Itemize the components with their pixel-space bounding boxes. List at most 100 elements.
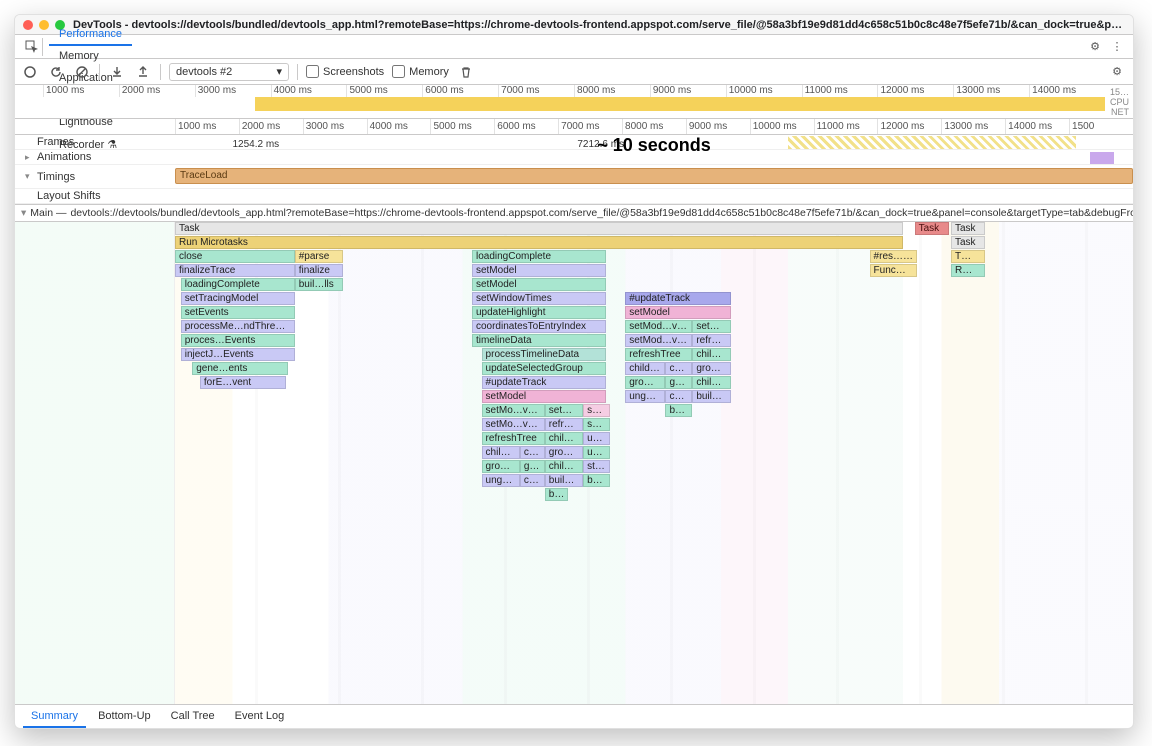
- flame-segment[interactable]: children: [692, 348, 730, 361]
- details-tab-bottom-up[interactable]: Bottom-Up: [90, 706, 159, 728]
- flame-segment[interactable]: setMod…vents: [625, 320, 692, 333]
- flame-segment[interactable]: injectJ…Events: [181, 348, 295, 361]
- flame-segment[interactable]: loadingComplete: [181, 278, 295, 291]
- flame-segment[interactable]: #res…odes: [870, 250, 918, 263]
- flame-segment[interactable]: children: [545, 460, 583, 473]
- flame-segment[interactable]: setEvents: [181, 306, 295, 319]
- flame-segment[interactable]: setModel: [482, 390, 607, 403]
- load-profile-button[interactable]: [108, 63, 126, 81]
- flame-segment[interactable]: c…n: [665, 390, 692, 403]
- details-tab-summary[interactable]: Summary: [23, 706, 86, 728]
- flame-segment[interactable]: c…n: [665, 362, 692, 375]
- flame-segment[interactable]: gro…es: [625, 376, 665, 389]
- flame-segment[interactable]: processTimelineData: [482, 348, 607, 361]
- flame-segment[interactable]: children: [482, 446, 520, 459]
- flame-segment[interactable]: loadingComplete: [472, 250, 606, 263]
- flame-segment[interactable]: ung…es: [482, 474, 520, 487]
- track-timings[interactable]: ▾Timings ~ 10 seconds TraceLoad: [15, 165, 1133, 189]
- flame-segment[interactable]: g…: [520, 460, 545, 473]
- flame-segment[interactable]: setMo…vents: [482, 418, 545, 431]
- settings-gear-icon[interactable]: ⚙: [1085, 40, 1105, 53]
- flame-segment[interactable]: set…on: [583, 404, 610, 417]
- flame-segment[interactable]: #parse: [295, 250, 343, 263]
- flame-segment[interactable]: Task: [915, 222, 949, 235]
- memory-checkbox[interactable]: [392, 65, 405, 78]
- flame-segment[interactable]: children: [625, 362, 665, 375]
- flame-segment[interactable]: setModel: [472, 264, 606, 277]
- memory-toggle[interactable]: Memory: [392, 65, 449, 78]
- flame-segment[interactable]: T…: [951, 250, 985, 263]
- flame-segment[interactable]: ung…es: [625, 390, 665, 403]
- flame-segment[interactable]: refreshTree: [625, 348, 692, 361]
- flame-segment[interactable]: Run Microtasks: [175, 236, 903, 249]
- flame-segment[interactable]: setModel: [472, 278, 606, 291]
- inspect-element-icon[interactable]: [21, 38, 43, 56]
- flame-segment[interactable]: g…s: [665, 376, 692, 389]
- flame-segment[interactable]: refr…Tree: [692, 334, 730, 347]
- tab-network[interactable]: Network: [49, 14, 132, 24]
- traceload-bar[interactable]: TraceLoad: [175, 168, 1133, 184]
- flame-segment[interactable]: setM…nts: [692, 320, 730, 333]
- flame-segment[interactable]: R…: [951, 264, 985, 277]
- flame-segment[interactable]: finalize: [295, 264, 343, 277]
- clear-button[interactable]: [73, 63, 91, 81]
- flame-segment[interactable]: buil…ren: [692, 390, 730, 403]
- flame-segment[interactable]: c…: [520, 446, 545, 459]
- tab-performance[interactable]: Performance: [49, 24, 132, 46]
- flame-segment[interactable]: buil…ren: [545, 474, 583, 487]
- session-select[interactable]: devtools #2 ▾: [169, 63, 289, 81]
- timeline-ruler[interactable]: 1000 ms2000 ms3000 ms4000 ms5000 ms6000 …: [15, 119, 1133, 135]
- flame-segment[interactable]: gene…ents: [192, 362, 288, 375]
- flame-segment[interactable]: children: [692, 376, 730, 389]
- screenshots-checkbox[interactable]: [306, 65, 319, 78]
- flame-segment[interactable]: up…ow: [583, 432, 610, 445]
- flame-segment[interactable]: #updateTrack: [625, 292, 730, 305]
- reload-record-button[interactable]: [47, 63, 65, 81]
- flame-segment[interactable]: setWindowTimes: [472, 292, 606, 305]
- record-button[interactable]: [21, 63, 39, 81]
- close-icon[interactable]: [23, 20, 33, 30]
- flame-chart[interactable]: TaskTaskTaskRun MicrotasksTaskclose#pars…: [15, 222, 1133, 704]
- flame-segment[interactable]: gro…es: [482, 460, 520, 473]
- flame-segment[interactable]: #updateTrack: [482, 376, 607, 389]
- flame-segment[interactable]: finalizeTrace: [175, 264, 295, 277]
- flame-segment[interactable]: setTracingModel: [181, 292, 295, 305]
- more-icon[interactable]: ⋮: [1107, 40, 1127, 53]
- details-tab-call-tree[interactable]: Call Tree: [163, 706, 223, 728]
- animation-block[interactable]: [1090, 152, 1114, 164]
- flame-segment[interactable]: Task: [951, 222, 985, 235]
- flame-segment[interactable]: Task: [175, 222, 903, 235]
- flame-segment[interactable]: refr…Tree: [545, 418, 583, 431]
- flame-segment[interactable]: sta…ge: [583, 460, 610, 473]
- minimize-icon[interactable]: [39, 20, 49, 30]
- flame-segment[interactable]: coordinatesToEntryIndex: [472, 320, 606, 333]
- flame-segment[interactable]: close: [175, 250, 295, 263]
- flame-segment[interactable]: setMod…vents: [625, 334, 692, 347]
- flame-segment[interactable]: gro…des: [692, 362, 730, 375]
- flame-segment[interactable]: proces…Events: [181, 334, 295, 347]
- flame-segment[interactable]: processMe…ndThreads: [181, 320, 295, 333]
- flame-segment[interactable]: updateSelectedGroup: [482, 362, 607, 375]
- flame-segment[interactable]: Func…Call: [870, 264, 918, 277]
- flame-segment[interactable]: timelineData: [472, 334, 606, 347]
- details-tab-event-log[interactable]: Event Log: [227, 706, 293, 728]
- capture-settings-gear-icon[interactable]: ⚙: [1107, 65, 1127, 78]
- flame-segment[interactable]: updateHighlight: [472, 306, 606, 319]
- flame-segment[interactable]: setModel: [625, 306, 730, 319]
- flame-segment[interactable]: bui…ed: [583, 474, 610, 487]
- track-animations[interactable]: ▸Animations: [15, 150, 1133, 165]
- flame-segment[interactable]: b…: [545, 488, 568, 501]
- flame-segment[interactable]: Task: [951, 236, 985, 249]
- flame-segment[interactable]: upd…ts: [583, 446, 610, 459]
- flame-segment[interactable]: refreshTree: [482, 432, 545, 445]
- flame-segment[interactable]: c…: [520, 474, 545, 487]
- flame-segment[interactable]: setMo…vents: [482, 404, 545, 417]
- screenshots-toggle[interactable]: Screenshots: [306, 65, 384, 78]
- flame-segment[interactable]: setM…nts: [545, 404, 583, 417]
- trash-icon[interactable]: [457, 63, 475, 81]
- flame-segment[interactable]: sc…ow: [583, 418, 610, 431]
- save-profile-button[interactable]: [134, 63, 152, 81]
- main-thread-header[interactable]: ▾ Main — devtools://devtools/bundled/dev…: [15, 205, 1133, 222]
- flame-segment[interactable]: forE…vent: [200, 376, 286, 389]
- track-frames[interactable]: Frames 1254.2 ms 7212.6 ms: [15, 135, 1133, 150]
